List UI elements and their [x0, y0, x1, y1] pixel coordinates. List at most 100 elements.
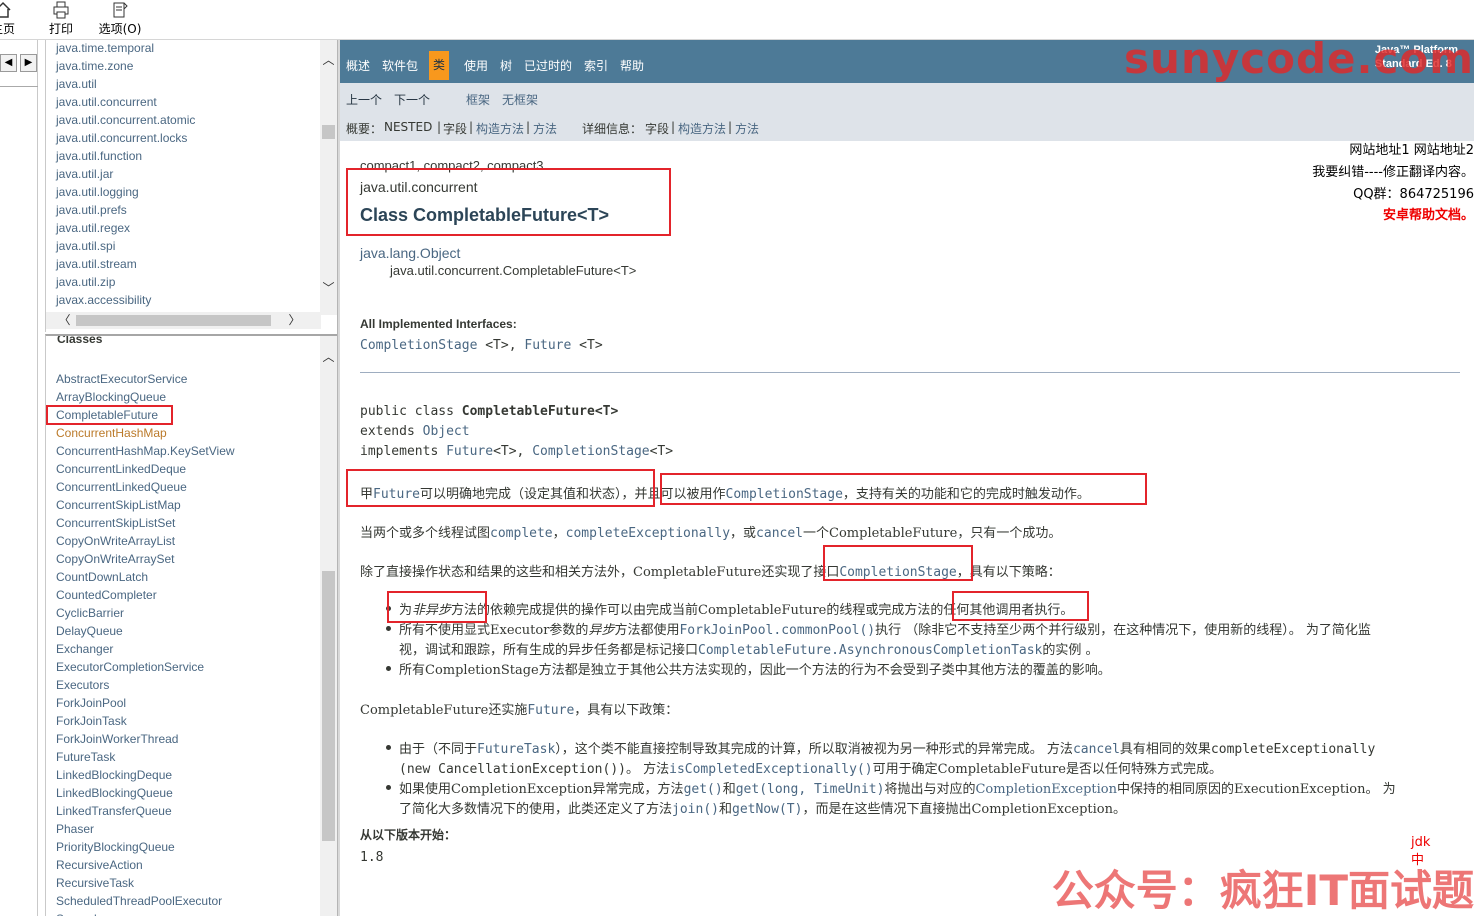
p2-completeexceptionally-link[interactable]: completeExceptionally — [566, 526, 730, 541]
class-item[interactable]: CountedCompleter — [56, 587, 235, 605]
package-item[interactable]: java.util — [56, 76, 195, 94]
b2-asynctask-link[interactable]: CompletableFuture.AsynchronousCompletion… — [698, 643, 1042, 658]
tab-deprecated[interactable]: 已过时的 — [524, 57, 572, 74]
class-item[interactable]: ConcurrentHashMap — [56, 425, 235, 443]
class-item[interactable]: LinkedBlockingQueue — [56, 785, 235, 803]
no-frames-link[interactable]: 无框架 — [502, 91, 538, 108]
site-address-links[interactable]: 网站地址1 网站地址2 — [1349, 139, 1474, 158]
c1-futuretask-link[interactable]: FutureTask — [477, 742, 555, 757]
tab-class[interactable]: 类 — [429, 51, 450, 80]
package-item[interactable]: java.util.regex — [56, 220, 195, 238]
summary-method-link[interactable]: 方法 — [533, 120, 557, 137]
scroll-right-icon[interactable]: 〉 — [286, 312, 303, 329]
next-class-link[interactable]: 下一个 — [394, 91, 430, 108]
c2-getnow-link[interactable]: getNow(T) — [732, 802, 802, 817]
frames-link[interactable]: 框架 — [466, 91, 490, 108]
tab-tree[interactable]: 树 — [500, 57, 512, 74]
class-item[interactable]: ConcurrentLinkedDeque — [56, 461, 235, 479]
class-item[interactable]: ForkJoinTask — [56, 713, 235, 731]
class-item[interactable]: CopyOnWriteArrayList — [56, 533, 235, 551]
package-horizontal-scrollbar[interactable]: 〈 〉 — [46, 312, 321, 329]
class-item[interactable]: ConcurrentSkipListSet — [56, 515, 235, 533]
package-item[interactable]: java.util.stream — [56, 256, 195, 274]
c1-cancel-link[interactable]: cancel — [1073, 742, 1120, 757]
class-item[interactable]: Exchanger — [56, 641, 235, 659]
class-item[interactable]: PriorityBlockingQueue — [56, 839, 235, 857]
class-item[interactable]: ForkJoinWorkerThread — [56, 731, 235, 749]
package-item[interactable]: java.util.prefs — [56, 202, 195, 220]
c2-get-link[interactable]: get() — [684, 782, 723, 797]
p2-cancel-link[interactable]: cancel — [756, 526, 803, 541]
forward-arrow-button[interactable]: ▶ — [20, 54, 37, 72]
scroll-left-icon[interactable]: 〈 — [56, 312, 73, 329]
class-item[interactable]: ForkJoinPool — [56, 695, 235, 713]
detail-method-link[interactable]: 方法 — [735, 120, 759, 137]
p4-future-link[interactable]: Future — [527, 703, 574, 718]
package-item[interactable]: java.util.zip — [56, 274, 195, 292]
class-item[interactable]: Semaphore — [56, 911, 235, 916]
tab-overview[interactable]: 概述 — [346, 57, 370, 74]
scroll-up-icon[interactable]: ︿ — [320, 52, 337, 69]
class-item[interactable]: ExecutorCompletionService — [56, 659, 235, 677]
class-item[interactable]: CyclicBarrier — [56, 605, 235, 623]
class-item[interactable]: CountDownLatch — [56, 569, 235, 587]
prev-class-link[interactable]: 上一个 — [346, 91, 382, 108]
scroll-thumb[interactable] — [322, 571, 335, 841]
class-item[interactable]: DelayQueue — [56, 623, 235, 641]
package-item[interactable]: java.util.concurrent.atomic — [56, 112, 195, 130]
tab-help[interactable]: 帮助 — [620, 57, 644, 74]
class-vertical-scrollbar[interactable]: ︿ — [320, 336, 337, 916]
package-item[interactable]: java.util.function — [56, 148, 195, 166]
class-item[interactable]: RecursiveTask — [56, 875, 235, 893]
package-item[interactable]: java.util.spi — [56, 238, 195, 256]
extends-object-link[interactable]: Object — [423, 424, 470, 439]
class-item[interactable]: CopyOnWriteArraySet — [56, 551, 235, 569]
class-item[interactable]: ConcurrentHashMap.KeySetView — [56, 443, 235, 461]
class-item[interactable]: Phaser — [56, 821, 235, 839]
scroll-down-icon[interactable]: ﹀ — [320, 280, 337, 297]
android-docs-link[interactable]: 安卓帮助文档。 — [1383, 204, 1474, 223]
horizontal-scroll-thumb[interactable] — [76, 315, 271, 326]
b2-commonpool-link[interactable]: ForkJoinPool.commonPool() — [679, 623, 875, 638]
package-item[interactable]: java.util.concurrent.locks — [56, 130, 195, 148]
scroll-up-icon[interactable]: ︿ — [320, 349, 337, 366]
detail-constructor-link[interactable]: 构造方法 — [678, 120, 726, 137]
class-item[interactable]: AbstractExecutorService — [56, 371, 235, 389]
print-button[interactable]: 打印 — [46, 0, 76, 38]
tab-package[interactable]: 软件包 — [382, 57, 418, 74]
summary-constructor-link[interactable]: 构造方法 — [476, 120, 524, 137]
report-error-link[interactable]: 我要纠错----修正翻译内容。 — [1312, 161, 1474, 180]
back-arrow-button[interactable]: ◀ — [0, 54, 17, 72]
class-item[interactable]: ScheduledThreadPoolExecutor — [56, 893, 235, 911]
class-item[interactable]: LinkedBlockingDeque — [56, 767, 235, 785]
home-button[interactable]: 主页 — [0, 0, 18, 38]
scroll-thumb[interactable] — [322, 125, 335, 139]
implements-future-link[interactable]: Future — [446, 444, 493, 459]
package-item[interactable]: java.util.concurrent — [56, 94, 195, 112]
package-item[interactable]: java.util.logging — [56, 184, 195, 202]
c1-iscompleted-link[interactable]: isCompletedExceptionally() — [669, 762, 873, 777]
interface-future-link[interactable]: Future — [524, 338, 571, 353]
package-vertical-scrollbar[interactable]: ︿ ﹀ — [320, 40, 337, 315]
options-button[interactable]: 选项(O) — [96, 0, 144, 38]
tab-use[interactable]: 使用 — [464, 57, 488, 74]
class-item[interactable]: RecursiveAction — [56, 857, 235, 875]
interface-completionstage-link[interactable]: CompletionStage — [360, 338, 477, 353]
package-item[interactable]: javax.accessibility — [56, 292, 195, 310]
class-item[interactable]: LinkedTransferQueue — [56, 803, 235, 821]
p2-complete-link[interactable]: complete — [490, 526, 553, 541]
package-item[interactable]: java.util.jar — [56, 166, 195, 184]
package-item[interactable]: java.time.zone — [56, 58, 195, 76]
class-item[interactable]: FutureTask — [56, 749, 235, 767]
inheritance-root-link[interactable]: java.lang.Object — [360, 245, 460, 261]
implements-keyword: implements — [360, 444, 447, 459]
c2-completionexception-link[interactable]: CompletionException — [975, 782, 1117, 797]
class-item[interactable]: Executors — [56, 677, 235, 695]
tab-index[interactable]: 索引 — [584, 57, 608, 74]
package-item[interactable]: java.time.temporal — [56, 40, 195, 58]
class-item[interactable]: ConcurrentSkipListMap — [56, 497, 235, 515]
class-item[interactable]: ConcurrentLinkedQueue — [56, 479, 235, 497]
c2-join-link[interactable]: join() — [672, 802, 719, 817]
c2-get-timeout-link[interactable]: get(long, TimeUnit) — [736, 782, 885, 797]
implements-completionstage-link[interactable]: CompletionStage — [532, 444, 649, 459]
